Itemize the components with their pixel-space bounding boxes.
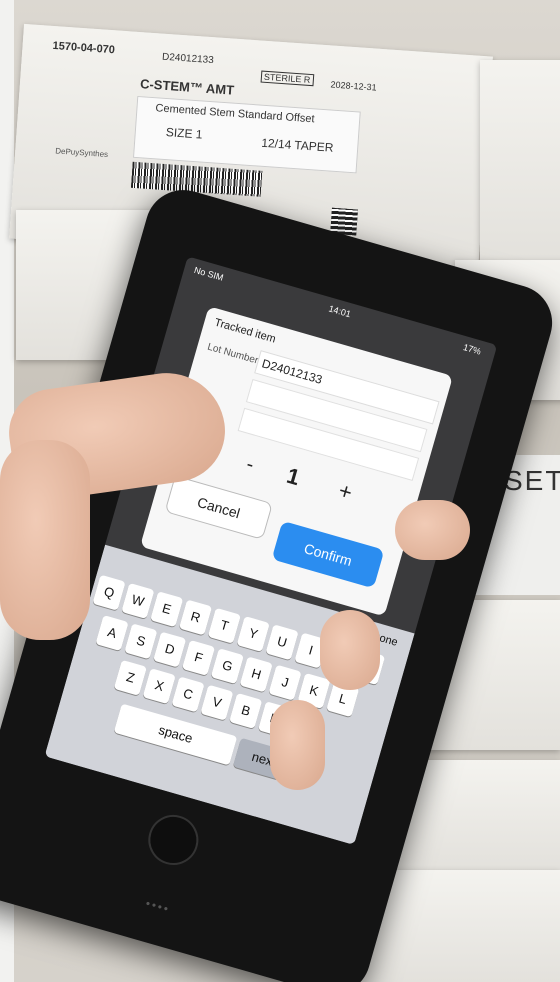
confirm-button[interactable]: Confirm <box>271 520 385 589</box>
key-s[interactable]: S <box>124 623 158 660</box>
product-box-right-top <box>480 60 560 260</box>
key-t[interactable]: T <box>207 607 242 644</box>
carrier-label: No SIM <box>192 264 225 283</box>
key-r[interactable]: R <box>178 599 213 636</box>
product-desc: Cemented Stem Standard Offset <box>155 102 315 126</box>
battery-label: 17% <box>462 342 483 357</box>
photo-scene: 1570-04-070 D24012133 STERILE R 2028-12-… <box>0 0 560 982</box>
ref-code: 1570-04-070 <box>52 39 116 57</box>
expiry-date: 2028-12-31 <box>330 79 377 93</box>
dialog-title: Tracked item <box>212 316 278 346</box>
key-c[interactable]: C <box>171 676 205 713</box>
size-label: SIZE 1 <box>165 125 203 142</box>
cancel-button[interactable]: Cancel <box>164 475 273 540</box>
quantity-value: 1 <box>283 462 303 491</box>
key-b[interactable]: B <box>229 692 263 729</box>
key-f[interactable]: F <box>181 639 216 676</box>
key-a[interactable]: A <box>95 615 129 652</box>
left-palm <box>0 440 90 640</box>
key-v[interactable]: V <box>200 684 234 721</box>
quantity-decrement-button[interactable]: - <box>244 453 256 477</box>
home-button[interactable] <box>142 809 205 871</box>
key-u[interactable]: U <box>265 624 299 661</box>
key-h[interactable]: H <box>239 656 273 693</box>
key-x[interactable]: X <box>142 668 176 705</box>
product-name: C-STEM™ AMT <box>139 76 235 98</box>
clock: 14:01 <box>327 303 352 320</box>
key-d[interactable]: D <box>153 631 187 668</box>
key-e[interactable]: E <box>150 591 184 628</box>
lot-code: D24012133 <box>161 51 215 67</box>
lot-number-label: Lot Number: <box>206 341 263 368</box>
quantity-increment-button[interactable]: + <box>336 478 355 507</box>
case-dots: •••• <box>144 896 172 917</box>
key-y[interactable]: Y <box>236 616 270 653</box>
taper-label: 12/14 TAPER <box>260 135 334 155</box>
right-fingers-lower <box>320 610 380 690</box>
right-hand-base <box>270 700 325 790</box>
product-desc-box: Cemented Stem Standard Offset SIZE 1 12/… <box>132 95 361 174</box>
key-w[interactable]: W <box>121 582 155 619</box>
key-z[interactable]: Z <box>113 659 148 696</box>
key-g[interactable]: G <box>210 648 244 685</box>
brand-logo: DePuySynthes <box>54 146 109 160</box>
sterile-mark: STERILE R <box>260 70 314 87</box>
key-q[interactable]: Q <box>92 574 126 611</box>
right-fingers-upper <box>395 500 470 560</box>
key-j[interactable]: J <box>268 664 302 701</box>
